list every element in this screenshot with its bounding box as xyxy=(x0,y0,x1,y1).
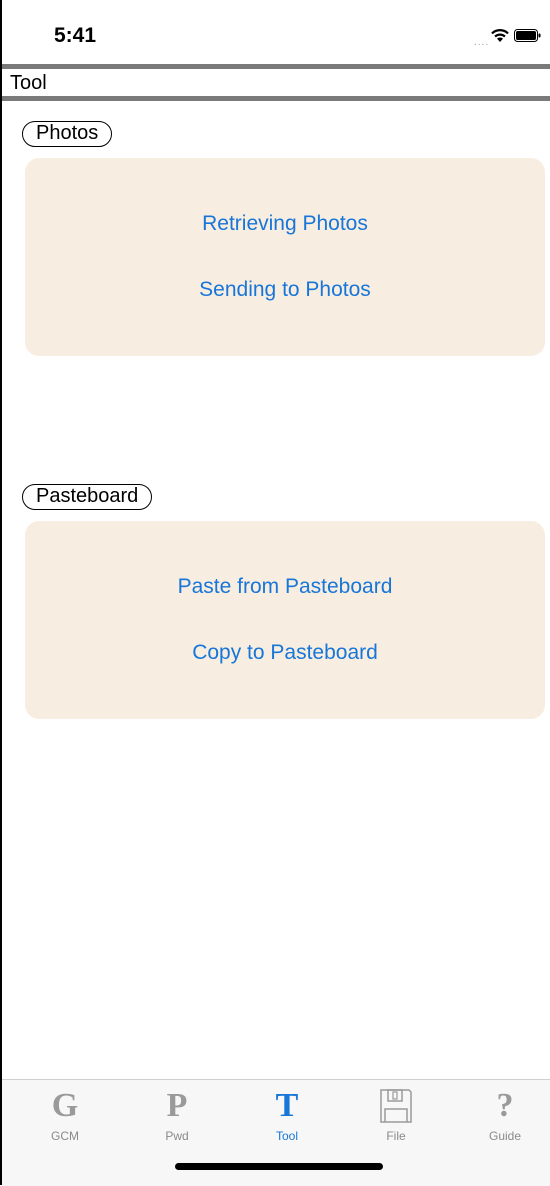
floppy-disk-icon xyxy=(380,1089,412,1123)
question-mark-icon: ? xyxy=(496,1087,514,1124)
tab-label: Pwd xyxy=(165,1129,189,1143)
retrieving-photos-button[interactable]: Retrieving Photos xyxy=(25,212,545,236)
tab-label: GCM xyxy=(51,1129,79,1143)
letter-p-icon: P xyxy=(166,1087,188,1124)
tool-screen: 5:41 .... Tool Photos Retrieving Photos … xyxy=(0,0,550,1186)
battery-icon xyxy=(514,29,541,42)
header-bottom-rule xyxy=(2,96,550,101)
cellular-signal-icon: .... xyxy=(474,37,490,48)
header-top-rule xyxy=(2,64,550,69)
wifi-icon xyxy=(491,28,509,42)
tab-guide[interactable]: ? Guide xyxy=(450,1080,550,1150)
tab-file[interactable]: File xyxy=(341,1080,451,1150)
page-title: Tool xyxy=(10,72,47,94)
pasteboard-card: Paste from Pasteboard Copy to Pasteboard xyxy=(25,521,545,719)
letter-t-icon: T xyxy=(275,1087,299,1124)
paste-from-pasteboard-button[interactable]: Paste from Pasteboard xyxy=(25,575,545,599)
tab-label: Guide xyxy=(488,1129,522,1143)
section-label-photos: Photos xyxy=(22,121,113,147)
tab-gcm[interactable]: G GCM xyxy=(10,1080,120,1150)
sending-to-photos-button[interactable]: Sending to Photos xyxy=(25,278,545,302)
home-indicator xyxy=(175,1163,383,1170)
tab-label: Tool xyxy=(275,1129,298,1143)
letter-g-icon: G xyxy=(51,1087,79,1124)
tab-tool[interactable]: T Tool xyxy=(232,1080,342,1150)
tab-pwd[interactable]: P Pwd xyxy=(122,1080,232,1150)
photos-card: Retrieving Photos Sending to Photos xyxy=(25,158,545,356)
tab-label: File xyxy=(386,1129,406,1143)
copy-to-pasteboard-button[interactable]: Copy to Pasteboard xyxy=(25,641,545,665)
status-time: 5:41 xyxy=(54,24,97,47)
status-bar: 5:41 .... xyxy=(2,0,550,64)
section-label-pasteboard: Pasteboard xyxy=(22,484,153,510)
